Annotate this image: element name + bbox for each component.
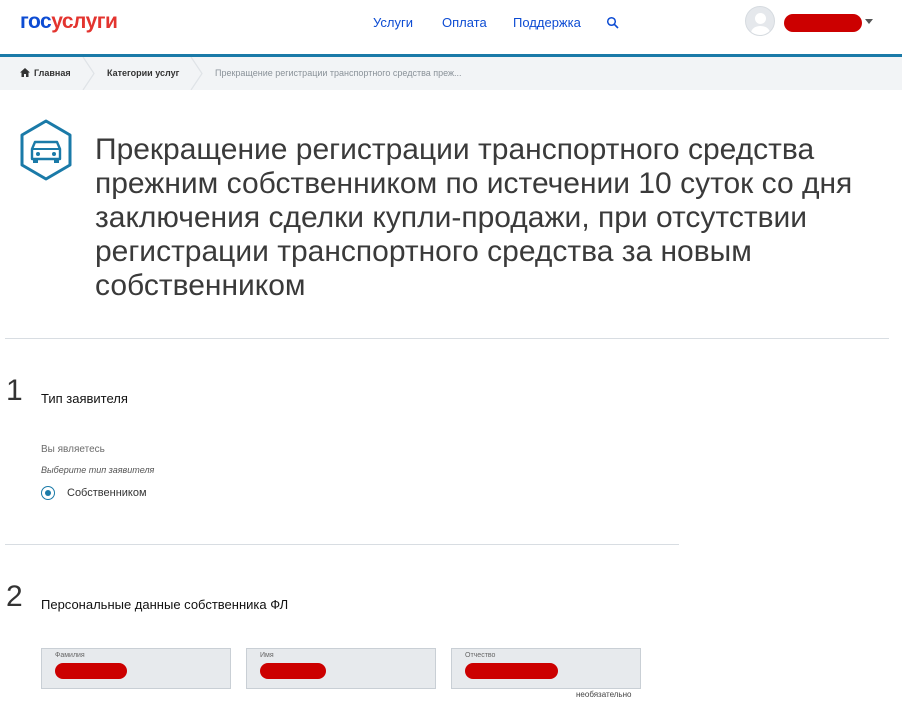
last-name-label: Фамилия	[55, 652, 85, 659]
logo-part-gos: гос	[20, 10, 52, 33]
breadcrumb-current: Прекращение регистрации транспортного ср…	[215, 68, 462, 78]
step-title: Тип заявителя	[41, 391, 128, 406]
step-number: 2	[6, 580, 23, 613]
step-number: 1	[6, 374, 23, 407]
user-name-redacted[interactable]	[784, 14, 862, 32]
page-title: Прекращение регистрации транспортного ср…	[95, 133, 853, 302]
gosuslugi-logo[interactable]: госуслуги	[20, 10, 118, 34]
breadcrumb-categories[interactable]: Категории услуг	[107, 57, 179, 90]
section-divider	[5, 338, 889, 339]
top-header: госуслуги Услуги Оплата Поддержка	[0, 0, 902, 54]
avatar-body-shape	[751, 26, 770, 35]
middle-name-value-redacted	[465, 663, 558, 679]
first-name-field[interactable]: Имя	[246, 648, 436, 689]
middle-name-label: Отчество	[465, 652, 496, 659]
owner-radio-button[interactable]	[41, 486, 55, 500]
nav-support-link[interactable]: Поддержка	[513, 15, 581, 30]
car-icon	[20, 119, 72, 181]
last-name-field[interactable]: Фамилия	[41, 648, 231, 689]
first-name-label: Имя	[260, 652, 274, 659]
first-name-value-redacted	[260, 663, 326, 679]
caret-down-icon[interactable]	[865, 19, 873, 24]
section-divider	[5, 544, 679, 545]
nav-services-link[interactable]: Услуги	[373, 15, 413, 30]
optional-note: необязательно	[576, 690, 632, 699]
nav-payment-link[interactable]: Оплата	[442, 15, 487, 30]
last-name-value-redacted	[55, 663, 127, 679]
avatar-head-shape	[755, 13, 766, 24]
applicant-type-hint: Выберите тип заявителя	[41, 465, 155, 475]
radio-selected-dot	[45, 490, 51, 496]
owner-radio-label[interactable]: Собственником	[67, 487, 147, 499]
home-icon	[20, 68, 30, 77]
breadcrumb: Главная Категории услуг Прекращение реги…	[0, 57, 902, 90]
middle-name-field[interactable]: Отчество	[451, 648, 641, 689]
step-title: Персональные данные собственника ФЛ	[41, 597, 289, 612]
breadcrumb-home[interactable]: Главная	[20, 57, 71, 90]
breadcrumb-separator-icon	[82, 57, 95, 90]
breadcrumb-separator-icon	[190, 57, 203, 90]
user-avatar[interactable]	[745, 6, 775, 36]
logo-part-uslugi: услуги	[51, 10, 118, 33]
search-icon[interactable]	[606, 16, 620, 30]
applicant-type-label: Вы являетесь	[41, 444, 105, 455]
breadcrumb-home-label: Главная	[34, 68, 71, 78]
